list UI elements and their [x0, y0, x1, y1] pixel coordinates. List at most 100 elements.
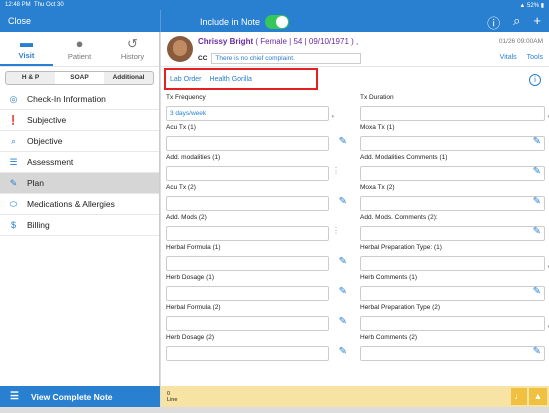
patient-name[interactable]: Chrissy Bright: [198, 37, 253, 46]
add-icon[interactable]: +: [533, 13, 541, 32]
herbal-formula-1-field[interactable]: [166, 256, 329, 271]
vitals-tools: Vitals Tools: [500, 54, 543, 61]
sidebar-item-label: Assessment: [27, 157, 74, 167]
add-mods-comments-2-field[interactable]: [360, 226, 545, 241]
status-date: Thu Oct 30: [34, 2, 64, 8]
edit-pencil-icon[interactable]: ✎: [339, 346, 347, 357]
sidebar-item-label: Check-In Information: [27, 94, 106, 104]
tab-patient-label: Patient: [67, 52, 92, 61]
status-time-date: 12:48 PM Thu Oct 30: [5, 2, 64, 8]
tab-visit-label: Visit: [18, 51, 35, 60]
edit-pencil-icon[interactable]: ✎: [339, 286, 347, 297]
acu-tx-1-group: Acu Tx (1) ✎: [161, 122, 355, 152]
sidebar-item-assessment[interactable]: ☰ Assessment: [0, 152, 159, 173]
microphone-icon[interactable]: ♩: [511, 388, 527, 405]
add-mods-comments-2-label: Add. Mods. Comments (2):: [360, 214, 438, 221]
edit-pencil-icon[interactable]: ✎: [533, 346, 541, 357]
herbal-prep-type-1-select[interactable]: ▾: [360, 256, 549, 271]
herb-comments-2-field[interactable]: [360, 346, 545, 361]
sidebar-item-plan[interactable]: ✎ Plan: [0, 173, 159, 194]
plan-form: Tx Frequency 3 days/week ▾ Tx Duration ▾ …: [161, 92, 549, 362]
moxa-tx-2-field[interactable]: [360, 196, 545, 211]
more-dots-icon: ⋮: [332, 166, 340, 175]
herb-dosage-1-group: Herb Dosage (1) ✎: [161, 272, 355, 302]
herbal-formula-2-field[interactable]: [166, 316, 329, 331]
search-icon[interactable]: ⌕: [513, 13, 520, 32]
info-icon[interactable]: ⓘ: [487, 13, 500, 32]
segment-soap[interactable]: SOAP: [55, 72, 104, 84]
edit-pencil-icon[interactable]: ✎: [533, 226, 541, 237]
patient-header: Chrissy Bright ( Female | 54 | 09/10/197…: [161, 32, 549, 67]
magnifier-icon: ⌕: [10, 135, 17, 146]
health-gorilla-link[interactable]: Health Gorilla: [210, 76, 252, 83]
sidebar-item-check-in[interactable]: ◎ Check-In Information: [0, 89, 159, 110]
tab-visit[interactable]: ▬ Visit: [0, 32, 53, 66]
acu-tx-2-field[interactable]: [166, 196, 329, 211]
top-icons: ⓘ ⌕ +: [487, 13, 541, 32]
tab-patient[interactable]: ● Patient: [53, 32, 106, 66]
tx-frequency-select[interactable]: 3 days/week ▾: [166, 106, 334, 121]
expand-up-icon[interactable]: ▲: [529, 388, 547, 405]
info-icon[interactable]: i: [529, 74, 541, 86]
herb-comments-1-field[interactable]: [360, 286, 545, 301]
acu-tx-2-group: Acu Tx (2) ✎: [161, 182, 355, 212]
tx-duration-group: Tx Duration ▾: [355, 92, 549, 122]
herbal-prep-type-1-label: Herbal Preparation Type: (1): [360, 244, 442, 251]
moxa-tx-1-field[interactable]: [360, 136, 545, 151]
edit-pencil-icon[interactable]: ✎: [339, 316, 347, 327]
herb-comments-2-group: Herb Comments (2) ✎: [355, 332, 549, 362]
note-type-segmented-control: H & P SOAP Additional: [5, 71, 154, 85]
herb-dosage-2-field[interactable]: [166, 346, 329, 361]
cc-field[interactable]: There is no chief complaint.: [211, 53, 362, 64]
herb-comments-2-label: Herb Comments (2): [360, 334, 418, 341]
edit-pencil-icon[interactable]: ✎: [533, 196, 541, 207]
sidebar-item-label: Objective: [27, 136, 63, 146]
sidebar-item-objective[interactable]: ⌕ Objective: [0, 131, 159, 152]
sidebar-item-subjective[interactable]: ❗ Subjective: [0, 110, 159, 131]
moxa-tx-2-label: Moxa Tx (2): [360, 184, 395, 191]
tx-duration-select[interactable]: ▾: [360, 106, 549, 121]
herb-comments-1-group: Herb Comments (1) ✎: [355, 272, 549, 302]
view-complete-note-button[interactable]: ☰ View Complete Note: [0, 386, 160, 407]
add-modalities-comments-1-field[interactable]: [360, 166, 545, 181]
sidebar-tabs: ▬ Visit ● Patient ↺ History: [0, 32, 159, 67]
herb-dosage-2-label: Herb Dosage (2): [166, 334, 215, 341]
folder-icon: ▬: [20, 35, 33, 50]
line-counter: 0 Line: [167, 391, 177, 403]
segment-h-and-p[interactable]: H & P: [6, 72, 55, 84]
history-icon: ↺: [127, 36, 138, 51]
edit-pencil-icon[interactable]: ✎: [339, 196, 347, 207]
close-button[interactable]: Close: [8, 16, 31, 26]
exclamation-icon: ❗: [7, 114, 20, 125]
edit-pencil-icon[interactable]: ✎: [339, 256, 347, 267]
add-mods-2-group: Add. Mods (2) ⋮: [161, 212, 355, 242]
tab-history[interactable]: ↺ History: [106, 32, 159, 66]
sidebar: ▬ Visit ● Patient ↺ History H & P SOAP A…: [0, 32, 160, 392]
herbal-formula-1-label: Herbal Formula (1): [166, 244, 221, 251]
herbal-formula-1-group: Herbal Formula (1) ✎: [161, 242, 355, 272]
edit-pencil-icon[interactable]: ✎: [533, 166, 541, 177]
line-unit: Line: [167, 396, 178, 403]
include-in-note-toggle[interactable]: [265, 15, 290, 29]
segment-additional[interactable]: Additional: [104, 72, 153, 84]
pill-icon: ⬭: [9, 198, 18, 209]
moxa-tx-1-label: Moxa Tx (1): [360, 124, 395, 131]
edit-pencil-icon[interactable]: ✎: [339, 136, 347, 147]
patient-name-line: Chrissy Bright ( Female | 54 | 09/10/197…: [198, 37, 358, 46]
sidebar-item-medications[interactable]: ⬭ Medications & Allergies: [0, 194, 159, 215]
add-mods-2-field[interactable]: ⋮: [166, 226, 340, 241]
include-in-note: Include in Note: [200, 15, 290, 29]
sidebar-item-billing[interactable]: $ Billing: [0, 215, 159, 236]
lab-order-link[interactable]: Lab Order: [170, 76, 202, 83]
herbal-prep-type-2-select[interactable]: ▾: [360, 316, 549, 331]
add-modalities-1-field[interactable]: ⋮: [166, 166, 340, 181]
edit-pencil-icon[interactable]: ✎: [533, 286, 541, 297]
herb-dosage-1-field[interactable]: [166, 286, 329, 301]
vitals-link[interactable]: Vitals: [500, 54, 517, 61]
acu-tx-2-label: Acu Tx (2): [166, 184, 196, 191]
moxa-tx-2-group: Moxa Tx (2) ✎: [355, 182, 549, 212]
tools-link[interactable]: Tools: [527, 54, 543, 61]
edit-pencil-icon[interactable]: ✎: [533, 136, 541, 147]
more-dots-icon: ⋮: [332, 226, 340, 235]
acu-tx-1-field[interactable]: [166, 136, 329, 151]
